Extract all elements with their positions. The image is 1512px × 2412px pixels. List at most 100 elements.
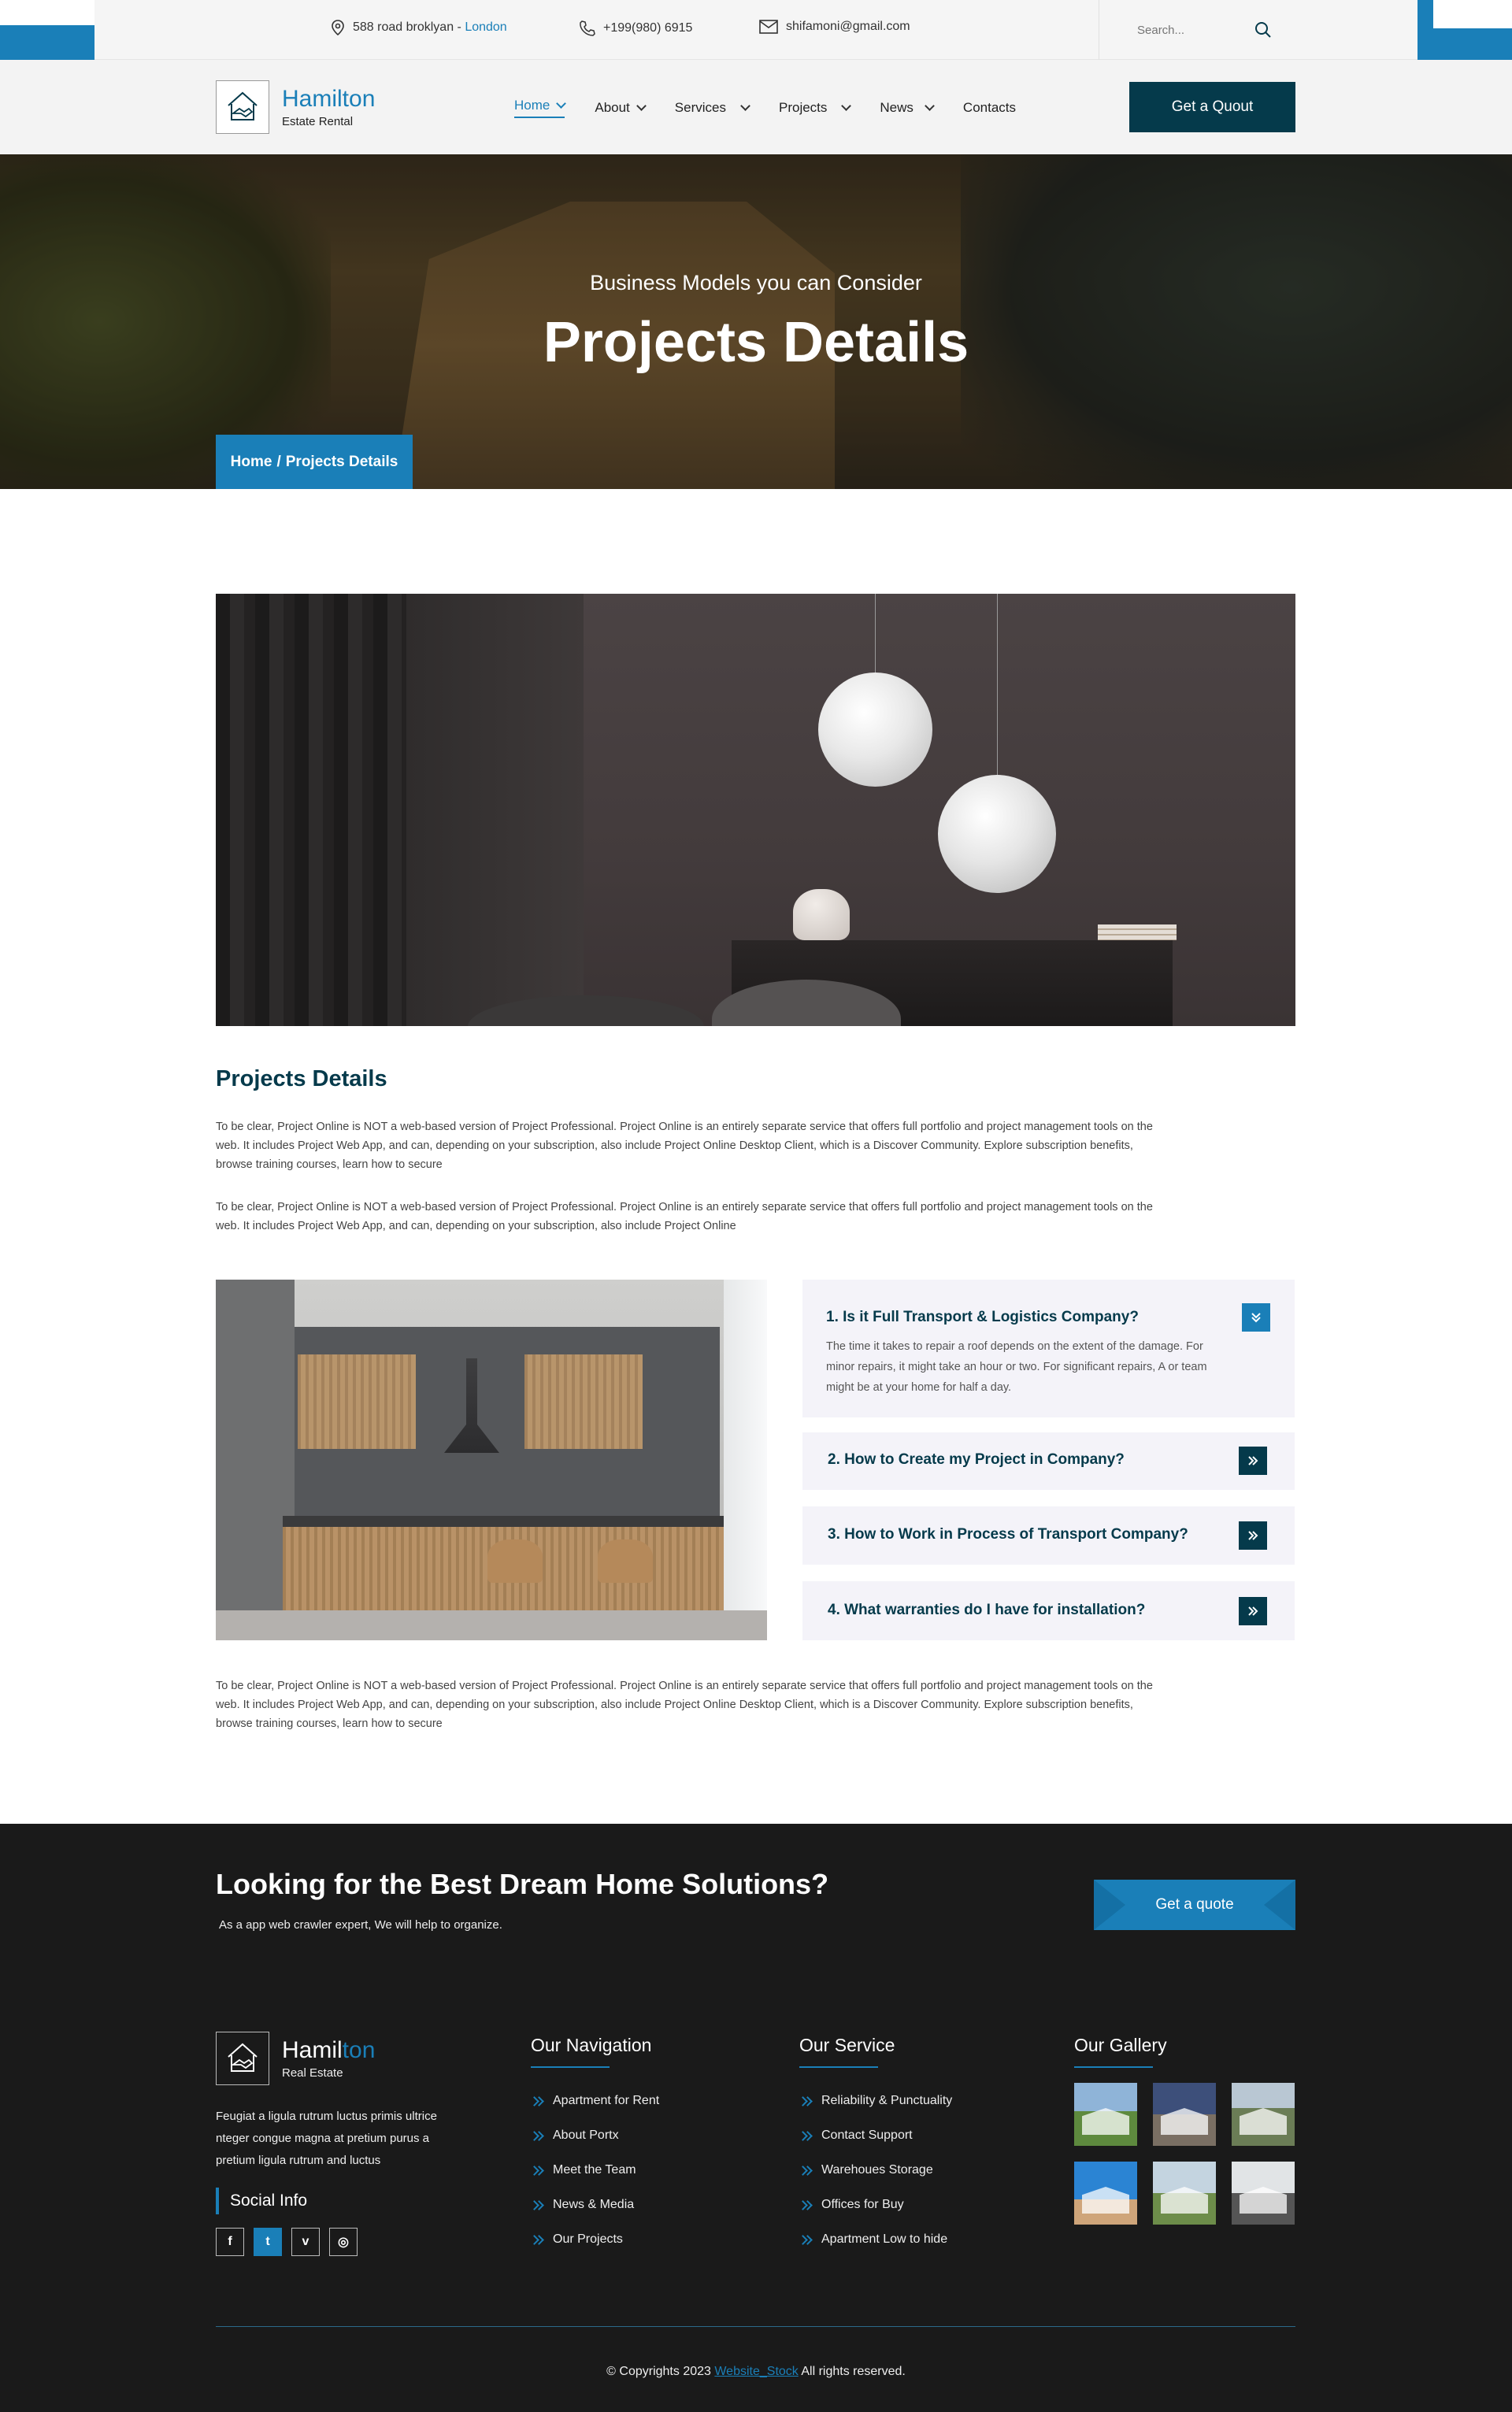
- gallery-thumbnail[interactable]: [1153, 2162, 1216, 2225]
- footer-nav-link[interactable]: Apartment for Rent: [531, 2084, 659, 2118]
- main-menu: Home About Services Projects News Contac…: [514, 98, 1016, 118]
- double-chevron-icon: [799, 2234, 812, 2245]
- double-chevron-icon: [531, 2234, 543, 2245]
- location-pin-icon: [332, 20, 344, 35]
- project-main-image: [216, 594, 1295, 1026]
- footer-brand-name-part2: ton: [342, 2036, 376, 2063]
- faq-expand-button[interactable]: [1239, 1521, 1267, 1550]
- faq-question[interactable]: 2. How to Create my Project in Company?: [828, 1451, 1125, 1469]
- mail-icon: [759, 20, 778, 34]
- kitchen-stool: [598, 1539, 653, 1583]
- footer-service-link[interactable]: Contact Support: [799, 2118, 952, 2153]
- vine-icon[interactable]: v: [291, 2228, 320, 2256]
- content-paragraph: To be clear, Project Online is NOT a web…: [216, 1680, 1153, 1730]
- double-chevron-icon: [531, 2199, 543, 2210]
- faq-expand-button[interactable]: [1239, 1597, 1267, 1625]
- footer-divider: [216, 2326, 1295, 2327]
- faq-item[interactable]: 4. What warranties do I have for install…: [802, 1581, 1295, 1640]
- lamp-wire: [875, 594, 876, 672]
- faq-item[interactable]: 3. How to Work in Process of Transport C…: [802, 1506, 1295, 1565]
- faq-question[interactable]: 4. What warranties do I have for install…: [828, 1602, 1145, 1619]
- pendant-lamp: [818, 672, 932, 787]
- site-footer: Looking for the Best Dream Home Solution…: [0, 1824, 1512, 2412]
- search-icon[interactable]: [1254, 20, 1273, 39]
- chevron-down-icon: [925, 101, 935, 111]
- topbar-decoration-right-inner: [1433, 0, 1512, 28]
- instagram-icon[interactable]: ◎: [329, 2228, 358, 2256]
- nav-item-projects[interactable]: Projects: [779, 98, 852, 118]
- double-chevron-icon: [531, 2130, 543, 2141]
- gallery-thumbnail[interactable]: [1232, 2083, 1295, 2146]
- get-quote-button[interactable]: Get a Quout: [1129, 82, 1295, 132]
- footer-nav-label: Meet the Team: [553, 2163, 636, 2177]
- gallery-thumbnail[interactable]: [1153, 2083, 1216, 2146]
- facebook-icon[interactable]: f: [216, 2228, 244, 2256]
- nav-item-services[interactable]: Services: [675, 98, 750, 118]
- faq-answer: The time it takes to repair a roof depen…: [826, 1340, 1207, 1394]
- content-paragraph: To be clear, Project Online is NOT a web…: [216, 1201, 1153, 1232]
- footer-service-link[interactable]: Apartment Low to hide: [799, 2222, 952, 2257]
- footer-logo[interactable]: Hamilton Real Estate: [216, 2032, 375, 2085]
- footer-service-label: Offices for Buy: [821, 2198, 904, 2211]
- search-input[interactable]: [1137, 23, 1255, 37]
- footer-brand-name: Hamilton: [282, 2036, 376, 2063]
- faq-question[interactable]: 3. How to Work in Process of Transport C…: [828, 1526, 1188, 1543]
- double-chevron-icon: [531, 2165, 543, 2176]
- phone-text: +199(980) 6915: [603, 21, 693, 35]
- footer-nav-link[interactable]: Meet the Team: [531, 2153, 659, 2188]
- chevron-down-icon: [740, 101, 750, 111]
- kitchen-floor: [216, 1610, 767, 1640]
- nav-item-about[interactable]: About: [595, 98, 647, 118]
- double-chevron-icon: [799, 2095, 812, 2106]
- footer-service-link[interactable]: Reliability & Punctuality: [799, 2084, 952, 2118]
- footer-logo-mark: [216, 2032, 269, 2085]
- nav-item-home[interactable]: Home: [514, 98, 567, 118]
- get-a-quote-button[interactable]: Get a quote: [1094, 1880, 1295, 1930]
- footer-nav-link[interactable]: Our Projects: [531, 2222, 659, 2257]
- footer-service-link[interactable]: Warehoues Storage: [799, 2153, 952, 2188]
- footer-gallery-title: Our Gallery: [1074, 2035, 1167, 2055]
- breadcrumb-home-link[interactable]: Home: [231, 454, 272, 471]
- faq-collapse-button[interactable]: [1242, 1303, 1270, 1332]
- phone-info[interactable]: +199(980) 6915: [578, 20, 692, 37]
- gallery-thumbnail[interactable]: [1074, 2083, 1137, 2146]
- footer-gallery: [1074, 2083, 1295, 2225]
- nav-item-contacts[interactable]: Contacts: [963, 98, 1016, 118]
- gallery-thumbnail[interactable]: [1232, 2162, 1295, 2225]
- double-chevron-right-icon: [1248, 1456, 1258, 1465]
- logo-mark: [216, 80, 269, 134]
- footer-nav-link[interactable]: About Portx: [531, 2118, 659, 2153]
- section-title: Projects Details: [216, 1066, 387, 1091]
- footer-title-underline: [799, 2066, 878, 2068]
- footer-service-link[interactable]: Offices for Buy: [799, 2188, 952, 2222]
- nav-label-about: About: [595, 100, 630, 115]
- footer-title-underline: [531, 2066, 610, 2068]
- image-wall-left: [406, 594, 584, 1026]
- faq-expand-button[interactable]: [1239, 1447, 1267, 1475]
- footer-service-label: Apartment Low to hide: [821, 2232, 948, 2246]
- footer-brand-tagline: Real Estate: [282, 2066, 343, 2080]
- kitchen-window: [724, 1280, 767, 1640]
- nav-item-news[interactable]: News: [880, 98, 935, 118]
- address-city-link[interactable]: London: [465, 20, 506, 34]
- faq-item-open: 1. Is it Full Transport & Logistics Comp…: [802, 1280, 1295, 1417]
- double-chevron-icon: [799, 2165, 812, 2176]
- gallery-thumbnail[interactable]: [1074, 2162, 1137, 2225]
- double-chevron-right-icon: [1248, 1606, 1258, 1616]
- faq-question[interactable]: 1. Is it Full Transport & Logistics Comp…: [826, 1309, 1139, 1326]
- breadcrumb-current: Projects Details: [285, 453, 398, 470]
- footer-nav-label: Our Projects: [553, 2232, 623, 2246]
- phone-icon: [580, 20, 595, 36]
- copyright-link[interactable]: Website_Stock: [714, 2365, 798, 2378]
- main-navbar: Hamilton Estate Rental Home About Servic…: [0, 60, 1512, 154]
- kitchen-image: [216, 1280, 767, 1640]
- site-logo[interactable]: Hamilton Estate Rental: [216, 80, 375, 134]
- address-info: 588 road broklyan - London: [331, 20, 507, 35]
- footer-nav-link[interactable]: News & Media: [531, 2188, 659, 2222]
- twitter-icon[interactable]: t: [254, 2228, 282, 2256]
- chevron-down-icon: [841, 101, 852, 111]
- email-info[interactable]: shifamoni@gmail.com: [759, 20, 910, 34]
- faq-item[interactable]: 2. How to Create my Project in Company?: [802, 1432, 1295, 1490]
- handshake-house-icon: [228, 2043, 258, 2072]
- kitchen-cabinet: [524, 1354, 643, 1449]
